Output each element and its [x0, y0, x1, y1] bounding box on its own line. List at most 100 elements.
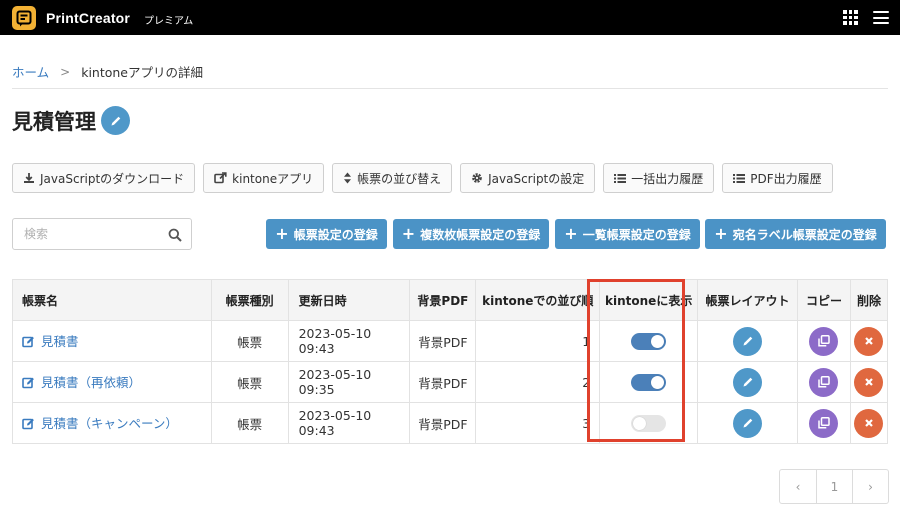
- delete-button[interactable]: [854, 367, 884, 397]
- copy-cell: [796, 320, 851, 362]
- close-icon: [865, 378, 873, 386]
- report-name-link[interactable]: 見積書（再依頼）: [12, 361, 212, 403]
- search-box: [12, 218, 192, 250]
- report-name: 見積書（キャンペーン）: [41, 416, 178, 432]
- column-header-delete: 削除: [849, 279, 889, 321]
- search-icon[interactable]: [168, 227, 182, 246]
- delete-cell: [849, 402, 889, 444]
- report-type: 帳票: [210, 320, 289, 362]
- report-updated: 2023-05-10 09:43: [287, 320, 411, 362]
- table-header-row: 帳票名 帳票種別 更新日時 背景PDF kintoneでの並び順 kintone…: [12, 279, 889, 321]
- report-name-link[interactable]: 見積書: [12, 320, 212, 362]
- register-list-setting-button[interactable]: + 一覧帳票設定の登録: [555, 219, 700, 249]
- kintone-order: 3: [475, 402, 601, 444]
- pdf-output-history-button[interactable]: PDF出力履歴: [722, 163, 833, 193]
- kintone-app-label: kintoneアプリ: [232, 171, 314, 186]
- breadcrumb-home-link[interactable]: ホーム: [12, 62, 49, 81]
- prev-page-button[interactable]: ‹: [780, 470, 816, 503]
- close-icon: [865, 419, 873, 427]
- list-icon: [614, 173, 627, 184]
- bg-pdf-link[interactable]: 背景PDF: [409, 361, 477, 403]
- pencil-icon: [111, 116, 120, 125]
- layout-cell: [697, 320, 798, 362]
- column-header-name[interactable]: 帳票名: [12, 279, 212, 321]
- pencil-icon: [743, 377, 752, 387]
- edit-layout-button[interactable]: [733, 326, 763, 356]
- layout-cell: [697, 402, 798, 444]
- kintone-visible-toggle[interactable]: [631, 373, 667, 391]
- brand-name[interactable]: PrintCreator: [46, 10, 130, 26]
- pencil-icon: [743, 418, 752, 428]
- report-type: 帳票: [210, 402, 289, 444]
- copy-button[interactable]: [809, 367, 839, 397]
- top-navbar: PrintCreator プレミアム: [0, 0, 900, 35]
- hamburger-menu-icon[interactable]: [873, 11, 889, 24]
- page-title: 見積管理: [12, 110, 96, 134]
- column-header-kintone-order[interactable]: kintoneでの並び順: [475, 279, 601, 321]
- edit-app-name-button[interactable]: [101, 106, 130, 135]
- edit-layout-button[interactable]: [733, 408, 763, 438]
- register-multi-page-setting-label: 複数枚帳票設定の登録: [420, 227, 541, 242]
- kintone-visible-cell: [599, 402, 699, 444]
- bg-pdf-link[interactable]: 背景PDF: [409, 320, 477, 362]
- breadcrumb-separator: >: [60, 64, 71, 79]
- kintone-visible-toggle[interactable]: [631, 332, 667, 350]
- sort-reports-button[interactable]: 帳票の並び替え: [332, 163, 453, 193]
- plus-icon: +: [564, 224, 578, 243]
- breadcrumb: ホーム > kintoneアプリの詳細: [12, 62, 203, 81]
- kintone-app-button[interactable]: kintoneアプリ: [203, 163, 325, 193]
- pencil-icon: [743, 336, 752, 346]
- report-name: 見積書: [41, 334, 79, 350]
- column-header-kintone-visible: kintoneに表示: [599, 279, 699, 321]
- bg-pdf-link[interactable]: 背景PDF: [409, 402, 477, 444]
- report-name: 見積書（再依頼）: [41, 375, 142, 391]
- sort-icon: [343, 172, 352, 184]
- edit-layout-button[interactable]: [733, 367, 763, 397]
- register-report-setting-button[interactable]: + 帳票設定の登録: [266, 219, 387, 249]
- column-header-updated[interactable]: 更新日時: [287, 279, 411, 321]
- copy-button[interactable]: [809, 326, 839, 356]
- close-icon: [865, 337, 873, 345]
- javascript-download-button[interactable]: JavaScriptのダウンロード: [12, 163, 196, 193]
- table-row: 見積書（再依頼） 帳票 2023-05-10 09:35 背景PDF 2: [12, 361, 889, 403]
- bulk-output-history-button[interactable]: 一括出力履歴: [603, 163, 715, 193]
- divider: [12, 88, 888, 89]
- kintone-order: 2: [475, 361, 601, 403]
- plus-icon: +: [401, 224, 416, 243]
- report-updated: 2023-05-10 09:43: [287, 402, 411, 444]
- delete-button[interactable]: [854, 408, 884, 438]
- table-row: 見積書（キャンペーン） 帳票 2023-05-10 09:43 背景PDF 3: [12, 402, 889, 444]
- pagination: ‹ 1 ›: [779, 469, 889, 504]
- printcreator-logo-icon[interactable]: [12, 6, 36, 30]
- edit-icon: [22, 335, 35, 351]
- copy-button[interactable]: [809, 408, 839, 438]
- edit-icon: [22, 376, 35, 392]
- column-header-bg-pdf: 背景PDF: [409, 279, 477, 321]
- next-page-button[interactable]: ›: [852, 470, 888, 503]
- layout-cell: [697, 361, 798, 403]
- column-header-copy: コピー: [796, 279, 851, 321]
- search-input[interactable]: [13, 219, 153, 249]
- kintone-visible-cell: [599, 361, 699, 403]
- delete-button[interactable]: [854, 326, 884, 356]
- bulk-output-history-label: 一括出力履歴: [631, 171, 704, 186]
- current-page[interactable]: 1: [816, 470, 852, 503]
- report-name-link[interactable]: 見積書（キャンペーン）: [12, 402, 212, 444]
- kintone-order: 1: [475, 320, 601, 362]
- register-address-label-setting-label: 宛名ラベル帳票設定の登録: [732, 227, 877, 242]
- download-icon: [23, 172, 35, 184]
- toolbar: JavaScriptのダウンロード kintoneアプリ 帳票の並び替え Jav…: [12, 163, 841, 193]
- kintone-visible-toggle[interactable]: [631, 414, 667, 432]
- column-header-layout: 帳票レイアウト: [697, 279, 798, 321]
- column-header-type[interactable]: 帳票種別: [210, 279, 289, 321]
- delete-cell: [849, 320, 889, 362]
- apps-grid-icon[interactable]: [843, 10, 858, 25]
- plan-label: プレミアム: [144, 16, 194, 27]
- javascript-settings-label: JavaScriptの設定: [488, 171, 585, 186]
- gear-icon: [471, 172, 483, 184]
- copy-cell: [796, 361, 851, 403]
- plus-icon: +: [714, 224, 728, 243]
- register-address-label-setting-button[interactable]: + 宛名ラベル帳票設定の登録: [705, 219, 886, 249]
- register-multi-page-setting-button[interactable]: + 複数枚帳票設定の登録: [393, 219, 549, 249]
- javascript-settings-button[interactable]: JavaScriptの設定: [460, 163, 596, 193]
